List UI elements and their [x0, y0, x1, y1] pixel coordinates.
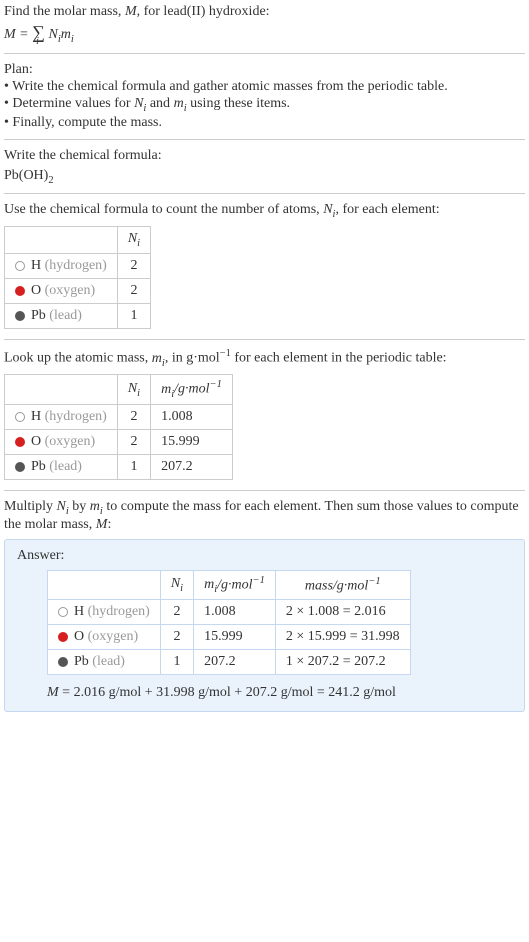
- element-cell: O (oxygen): [5, 429, 118, 454]
- element-cell: O (oxygen): [48, 625, 161, 650]
- table-row: H (hydrogen) 2: [5, 253, 151, 278]
- table-row: O (oxygen) 2 15.999: [5, 429, 233, 454]
- n-value: 1: [160, 650, 193, 675]
- element-cell: O (oxygen): [5, 278, 118, 303]
- mi-header: mi/g·mol−1: [194, 570, 276, 599]
- mass-header: mass/g·mol−1: [275, 570, 410, 599]
- table-header-row: Ni mi/g·mol−1: [5, 375, 233, 404]
- plan-header: Plan:: [4, 62, 525, 78]
- element-cell: H (hydrogen): [5, 404, 118, 429]
- m-value: 15.999: [151, 429, 233, 454]
- formula-text: M = ∑i Nimi: [4, 27, 74, 42]
- table-row: Pb (lead) 1 207.2 1 × 207.2 = 207.2: [48, 650, 411, 675]
- table-row: H (hydrogen) 2 1.008: [5, 404, 233, 429]
- calc-value: 2 × 15.999 = 31.998: [275, 625, 410, 650]
- n-value: 2: [117, 429, 150, 454]
- answer-box: Answer: Ni mi/g·mol−1 mass/g·mol−1 H (hy…: [4, 539, 525, 712]
- divider: [4, 490, 525, 491]
- n-value: 1: [117, 303, 150, 328]
- m-value: 207.2: [151, 454, 233, 479]
- calc-value: 2 × 1.008 = 2.016: [275, 600, 410, 625]
- element-cell: Pb (lead): [5, 454, 118, 479]
- intro-text: Find the molar mass,: [4, 4, 125, 19]
- element-dot-icon: [15, 437, 25, 447]
- n-value: 2: [160, 625, 193, 650]
- divider: [4, 139, 525, 140]
- intro-line: Find the molar mass, M, for lead(II) hyd…: [4, 4, 525, 20]
- answer-label: Answer:: [17, 548, 512, 564]
- element-cell: H (hydrogen): [5, 253, 118, 278]
- table-row: O (oxygen) 2: [5, 278, 151, 303]
- table-row: H (hydrogen) 2 1.008 2 × 1.008 = 2.016: [48, 600, 411, 625]
- element-dot-icon: [15, 286, 25, 296]
- chem-header: Write the chemical formula:: [4, 148, 525, 164]
- table-row: O (oxygen) 2 15.999 2 × 15.999 = 31.998: [48, 625, 411, 650]
- ni-header: Ni: [117, 227, 150, 254]
- element-cell: H (hydrogen): [48, 600, 161, 625]
- count-header: Use the chemical formula to count the nu…: [4, 202, 525, 220]
- n-value: 1: [117, 454, 150, 479]
- answer-table: Ni mi/g·mol−1 mass/g·mol−1 H (hydrogen) …: [47, 570, 411, 675]
- multiply-text: Multiply Ni by mi to compute the mass fo…: [4, 499, 525, 533]
- m-value: 207.2: [194, 650, 276, 675]
- mass-table: Ni mi/g·mol−1 H (hydrogen) 2 1.008 O (ox…: [4, 374, 233, 479]
- table-row: Pb (lead) 1: [5, 303, 151, 328]
- table-row: Pb (lead) 1 207.2: [5, 454, 233, 479]
- element-dot-icon: [15, 261, 25, 271]
- n-value: 2: [117, 404, 150, 429]
- plan-block: Plan: • Write the chemical formula and g…: [4, 62, 525, 131]
- element-cell: Pb (lead): [48, 650, 161, 675]
- table-header-row: Ni mi/g·mol−1 mass/g·mol−1: [48, 570, 411, 599]
- plan-bullet-1: • Write the chemical formula and gather …: [4, 79, 525, 95]
- blank-header: [5, 227, 118, 254]
- count-table: Ni H (hydrogen) 2 O (oxygen) 2 Pb (lead)…: [4, 226, 151, 329]
- n-value: 2: [117, 278, 150, 303]
- m-value: 1.008: [194, 600, 276, 625]
- m-value: 15.999: [194, 625, 276, 650]
- divider: [4, 53, 525, 54]
- plan-bullet-2: • Determine values for Ni and mi using t…: [4, 96, 525, 114]
- intro-m: M: [125, 4, 137, 19]
- mass-header: Look up the atomic mass, mi, in g·mol−1 …: [4, 348, 525, 368]
- blank-header: [48, 570, 161, 599]
- element-dot-icon: [58, 632, 68, 642]
- m-value: 1.008: [151, 404, 233, 429]
- final-result: M = 2.016 g/mol + 31.998 g/mol + 207.2 g…: [47, 685, 512, 701]
- mi-header: mi/g·mol−1: [151, 375, 233, 404]
- molar-mass-formula: M = ∑i Nimi: [4, 22, 525, 45]
- table-header-row: Ni: [5, 227, 151, 254]
- divider: [4, 193, 525, 194]
- ni-header: Ni: [117, 375, 150, 404]
- n-value: 2: [160, 600, 193, 625]
- blank-header: [5, 375, 118, 404]
- intro-text2: , for lead(II) hydroxide:: [137, 4, 270, 19]
- element-dot-icon: [15, 462, 25, 472]
- element-dot-icon: [58, 657, 68, 667]
- plan-bullet-3: • Finally, compute the mass.: [4, 115, 525, 131]
- n-value: 2: [117, 253, 150, 278]
- calc-value: 1 × 207.2 = 207.2: [275, 650, 410, 675]
- element-dot-icon: [58, 607, 68, 617]
- ni-header: Ni: [160, 570, 193, 599]
- element-cell: Pb (lead): [5, 303, 118, 328]
- divider: [4, 339, 525, 340]
- element-dot-icon: [15, 311, 25, 321]
- element-dot-icon: [15, 412, 25, 422]
- intro-block: Find the molar mass, M, for lead(II) hyd…: [4, 4, 525, 45]
- chemical-formula: Pb(OH)2: [4, 168, 525, 186]
